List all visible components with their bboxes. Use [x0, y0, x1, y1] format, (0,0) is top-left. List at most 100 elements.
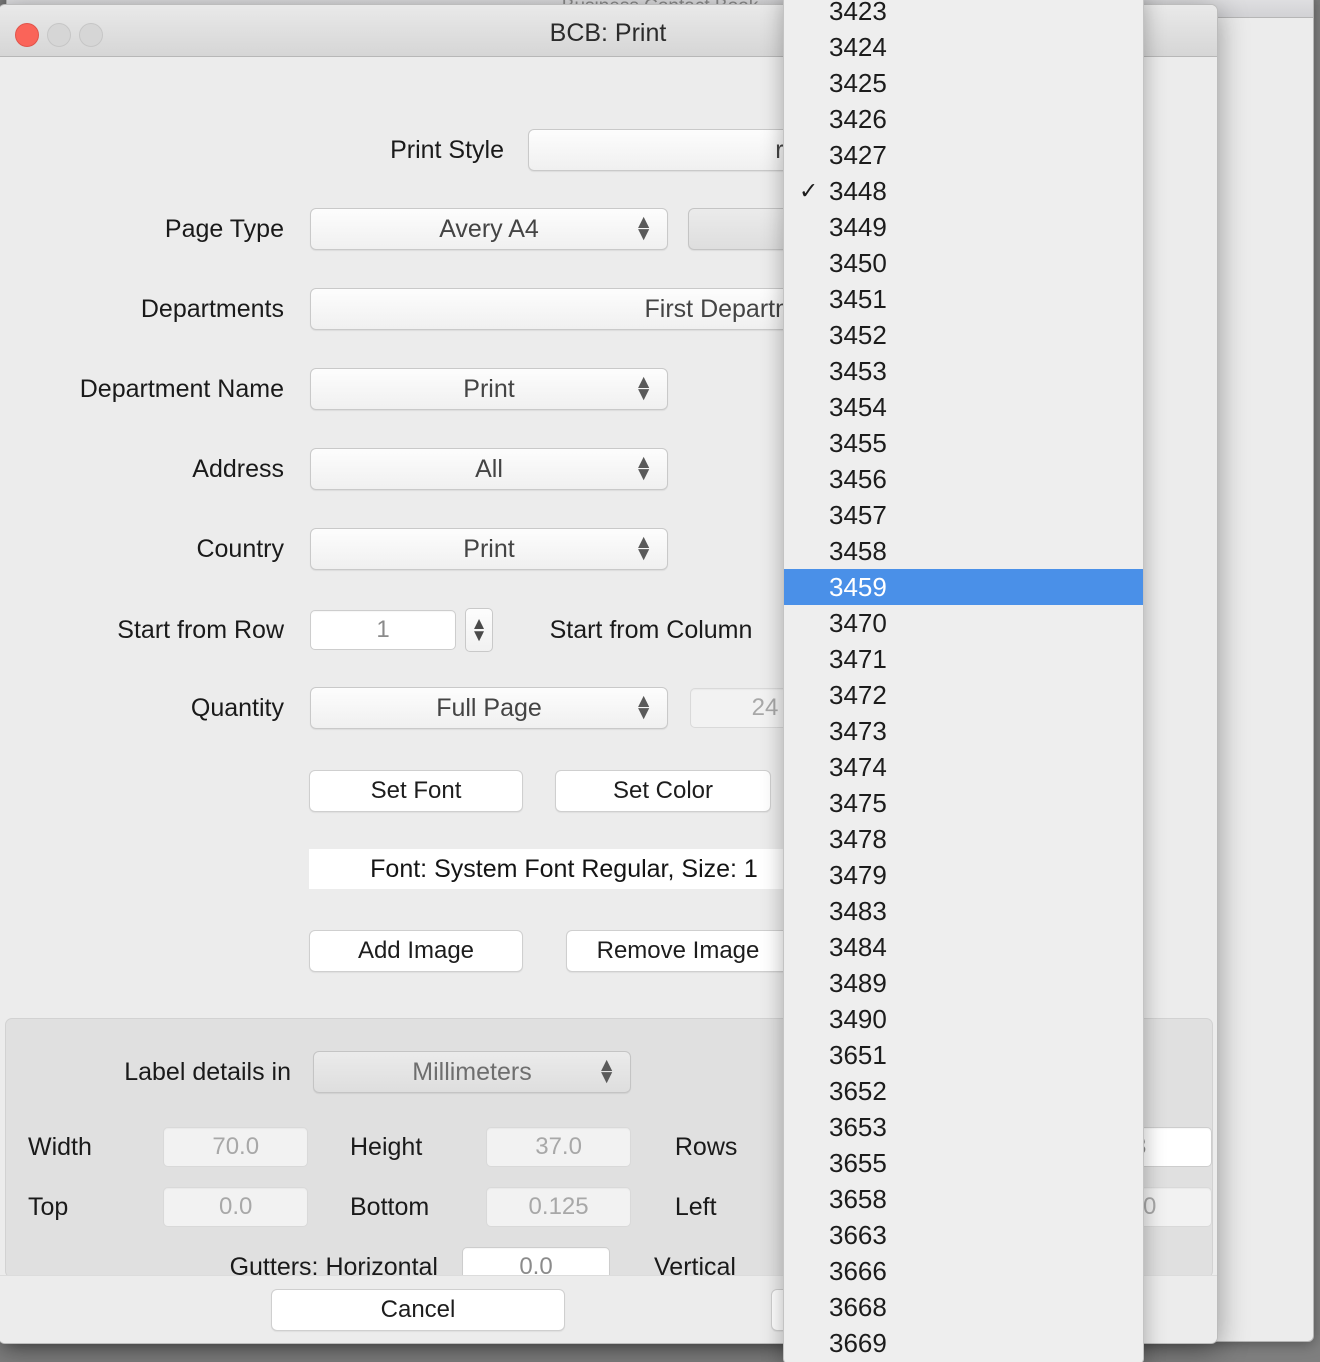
menu-item-label: 3666: [829, 1255, 887, 1286]
start-from-column-label: Start from Column: [549, 615, 753, 644]
country-value: Print: [463, 534, 515, 563]
menu-item-label: 3459: [829, 571, 887, 602]
country-popup[interactable]: Print ▲ ▼: [310, 528, 668, 570]
menu-item-label: 3423: [829, 0, 887, 26]
menu-item[interactable]: 3425: [784, 65, 1143, 101]
height-input[interactable]: 37.0: [486, 1127, 631, 1167]
stepper-down-icon[interactable]: ▼: [471, 627, 488, 644]
bottom-input[interactable]: 0.125: [486, 1187, 631, 1227]
menu-item[interactable]: 3655: [784, 1145, 1143, 1181]
menu-item[interactable]: 3473: [784, 713, 1143, 749]
add-image-button[interactable]: Add Image: [309, 930, 523, 972]
cancel-button[interactable]: Cancel: [271, 1289, 565, 1331]
quantity-value: Full Page: [436, 693, 542, 722]
menu-item[interactable]: 3652: [784, 1073, 1143, 1109]
menu-item[interactable]: 3456: [784, 461, 1143, 497]
menu-item[interactable]: 3457: [784, 497, 1143, 533]
menu-item[interactable]: 3427: [784, 137, 1143, 173]
menu-item-label: 3473: [829, 715, 887, 746]
menu-item[interactable]: 3470: [784, 605, 1143, 641]
menu-item[interactable]: 3653: [784, 1109, 1143, 1145]
menu-item-label: 3450: [829, 247, 887, 278]
menu-item[interactable]: 3426: [784, 101, 1143, 137]
menu-item-label: 3452: [829, 319, 887, 350]
menu-item[interactable]: 3450: [784, 245, 1143, 281]
page-type-popup[interactable]: Avery A4 ▲ ▼: [310, 208, 668, 250]
menu-item-label: 3453: [829, 355, 887, 386]
department-name-value: Print: [463, 374, 515, 403]
menu-item-label: 3472: [829, 679, 887, 710]
menu-item[interactable]: 3478: [784, 821, 1143, 857]
menu-item[interactable]: 3663: [784, 1217, 1143, 1253]
menu-item[interactable]: 3479: [784, 857, 1143, 893]
set-color-button[interactable]: Set Color: [555, 770, 771, 812]
menu-item[interactable]: 3459: [784, 569, 1143, 605]
width-input[interactable]: 70.0: [163, 1127, 308, 1167]
page-code-dropdown-menu[interactable]: 3423 3424 3425 3426 3427 ✓ 3448 3449 3450 3451 345…: [783, 0, 1144, 1362]
top-input[interactable]: 0.0: [163, 1187, 308, 1227]
menu-item[interactable]: 3490: [784, 1001, 1143, 1037]
chevron-updown-icon: ▲ ▼: [634, 691, 653, 724]
menu-item[interactable]: 3455: [784, 425, 1143, 461]
address-value: All: [475, 454, 503, 483]
menu-item[interactable]: 3666: [784, 1253, 1143, 1289]
menu-item[interactable]: 3423: [784, 0, 1143, 29]
set-color-label: Set Color: [612, 777, 714, 804]
menu-item-label: 3470: [829, 607, 887, 638]
menu-item[interactable]: 3452: [784, 317, 1143, 353]
menu-item[interactable]: 3669: [784, 1325, 1143, 1361]
rows-label: Rows: [674, 1132, 738, 1161]
quantity-popup[interactable]: Full Page ▲ ▼: [310, 687, 668, 729]
start-from-row-input[interactable]: 1: [310, 610, 456, 650]
menu-item[interactable]: 3449: [784, 209, 1143, 245]
menu-item[interactable]: 3453: [784, 353, 1143, 389]
department-name-popup[interactable]: Print ▲ ▼: [310, 368, 668, 410]
quantity-count-value: 24: [751, 694, 779, 721]
menu-item[interactable]: 3451: [784, 281, 1143, 317]
print-style-label: Print Style: [390, 135, 504, 164]
menu-item[interactable]: 3475: [784, 785, 1143, 821]
width-value: 70.0: [212, 1133, 260, 1160]
menu-item-label: 3455: [829, 427, 887, 458]
menu-item-label: 3483: [829, 895, 887, 926]
chevron-updown-icon: ▲ ▼: [634, 212, 653, 245]
height-value: 37.0: [535, 1133, 582, 1160]
menu-item[interactable]: 3472: [784, 677, 1143, 713]
menu-item-label: 3478: [829, 823, 887, 854]
height-label: Height: [350, 1132, 423, 1161]
menu-item[interactable]: 3424: [784, 29, 1143, 65]
menu-item[interactable]: 3474: [784, 749, 1143, 785]
menu-item-label: 3651: [829, 1039, 887, 1070]
address-popup[interactable]: All ▲ ▼: [310, 448, 668, 490]
menu-item[interactable]: 3471: [784, 641, 1143, 677]
checkmark-icon: ✓: [799, 177, 819, 204]
menu-item[interactable]: 3489: [784, 965, 1143, 1001]
menu-item-label: 3474: [829, 751, 887, 782]
screen: Business Contact Book o. choose if you w…: [0, 0, 1320, 1362]
menu-item[interactable]: 3458: [784, 533, 1143, 569]
menu-item[interactable]: 3483: [784, 893, 1143, 929]
set-font-button[interactable]: Set Font: [309, 770, 523, 812]
menu-item[interactable]: 3484: [784, 929, 1143, 965]
label-details-units-label: Label details in: [124, 1057, 291, 1086]
departments-label: Departments: [140, 294, 284, 323]
menu-item-label: 3424: [829, 31, 887, 62]
menu-item[interactable]: 3658: [784, 1181, 1143, 1217]
menu-item[interactable]: 3668: [784, 1289, 1143, 1325]
menu-item-label: 3454: [829, 391, 887, 422]
page-type-label: Page Type: [164, 214, 284, 243]
menu-item[interactable]: 3454: [784, 389, 1143, 425]
remove-image-button[interactable]: Remove Image: [566, 930, 790, 972]
menu-item-label: 3653: [829, 1111, 887, 1142]
address-label: Address: [192, 454, 284, 483]
start-from-row-label: Start from Row: [117, 615, 284, 644]
menu-item-label: 3471: [829, 643, 887, 674]
font-info-text: Font: System Font Regular, Size: 1: [309, 849, 819, 889]
start-from-row-stepper[interactable]: ▲ ▼: [465, 608, 493, 652]
menu-item[interactable]: ✓ 3448: [784, 173, 1143, 209]
units-popup[interactable]: Millimeters ▲ ▼: [313, 1051, 631, 1093]
menu-item-label: 3448: [829, 175, 887, 206]
menu-item[interactable]: 3651: [784, 1037, 1143, 1073]
menu-item-label: 3489: [829, 967, 887, 998]
cancel-label: Cancel: [380, 1296, 456, 1323]
